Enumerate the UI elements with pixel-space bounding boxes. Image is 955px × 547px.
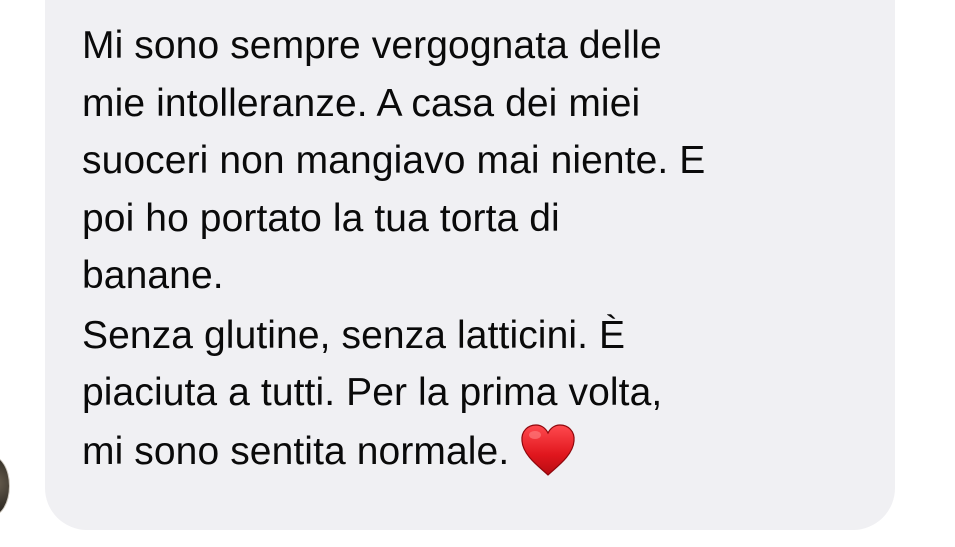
red-heart-icon — [521, 423, 575, 476]
message-line: Senza glutine, senza latticini. È — [82, 313, 626, 357]
message-line: banane. — [82, 254, 224, 297]
message-line: suoceri non mangiavo mai niente. E — [82, 139, 706, 182]
message-line-last: mi sono sentita normale. — [82, 422, 872, 481]
message-text: Mi sono sempre vergognata delle mie into… — [82, 17, 872, 480]
message-paragraph-1: Mi sono sempre vergognata delle mie into… — [82, 17, 872, 305]
message-paragraph-2: Senza glutine, senza latticini. È piaciu… — [82, 307, 872, 481]
message-line: mie intolleranze. A casa dei miei — [82, 81, 641, 125]
chat-screen: Mi sono sempre vergognata delle mie into… — [0, 0, 955, 547]
message-line-text: mi sono sentita normale. — [82, 429, 510, 473]
message-line: Mi sono sempre vergognata delle — [82, 24, 662, 67]
message-line: poi ho portato la tua torta di — [82, 196, 560, 240]
message-line: piaciuta a tutti. Per la prima volta, — [82, 371, 663, 414]
sender-avatar[interactable] — [0, 455, 10, 517]
